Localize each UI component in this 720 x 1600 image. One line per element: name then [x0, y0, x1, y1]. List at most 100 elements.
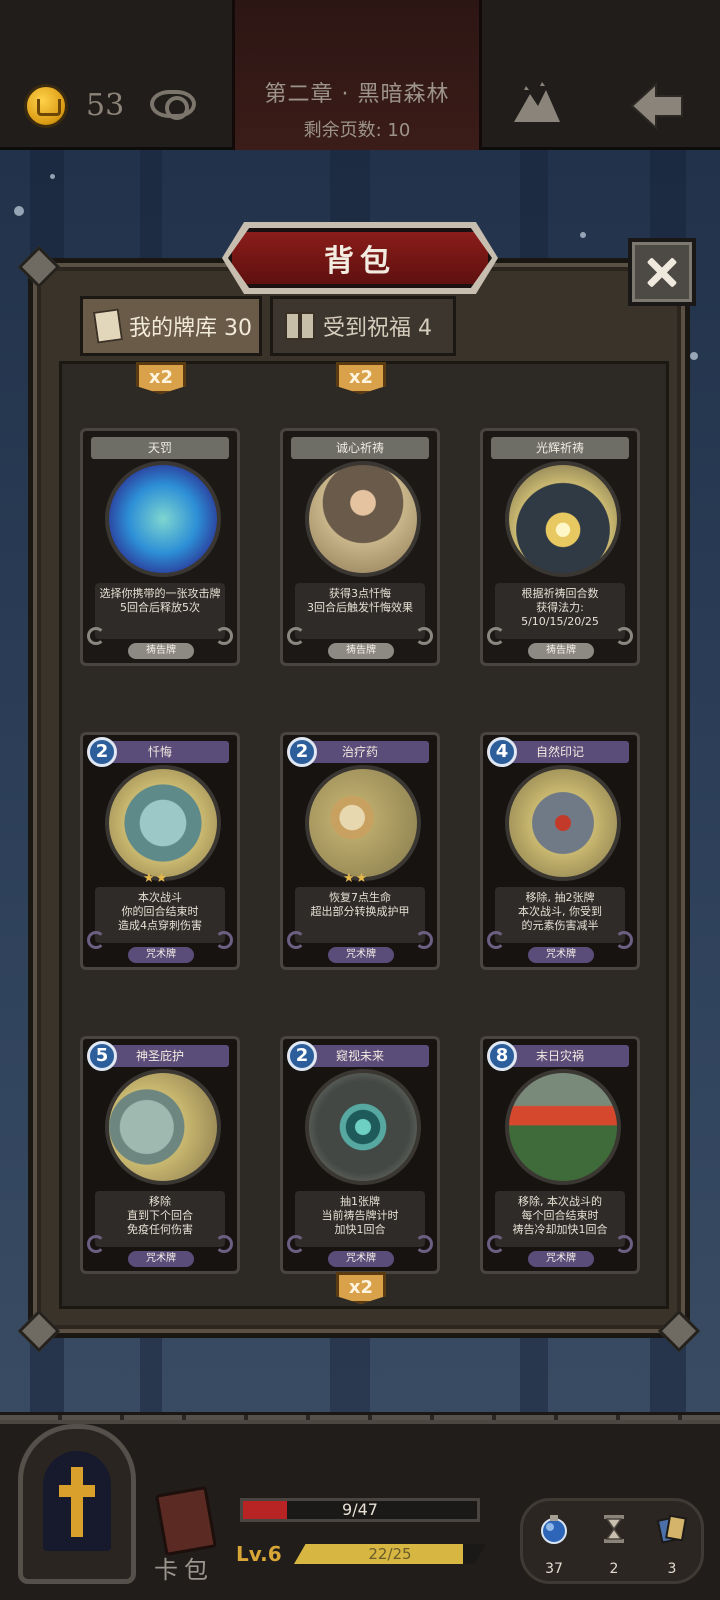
vortex-art-icon [305, 1069, 421, 1185]
health-bar: 9/47 [240, 1498, 480, 1522]
doom-fire-art-icon [505, 1069, 621, 1185]
resource-mana[interactable]: 37 [529, 1513, 579, 1577]
portrait-window [43, 1451, 111, 1551]
back-arrow-icon[interactable] [628, 80, 686, 132]
resource-hourglass[interactable]: 2 [589, 1513, 639, 1577]
experience-bar: 22/25 [294, 1544, 486, 1564]
swirl-ornament-icon [487, 931, 505, 949]
card-description: 恢复7点生命 超出部分转换成护甲 [295, 887, 425, 943]
hourglass-count: 2 [609, 1561, 619, 1577]
holy-cross-icon [59, 1467, 95, 1537]
swirl-ornament-icon [615, 627, 633, 645]
level-label: Lv.6 [236, 1542, 282, 1566]
elemental-crystals-art-icon [505, 765, 621, 881]
swirl-ornament-icon [87, 627, 105, 645]
swirl-ornament-icon [615, 931, 633, 949]
card-sincere-prayer[interactable]: 诚心祈祷 获得3点忏悔 3回合后触发忏悔效果 祷告牌 [280, 428, 440, 666]
swirl-ornament-icon [287, 1235, 305, 1253]
mana-count: 37 [545, 1561, 563, 1577]
swirl-ornament-icon [487, 1235, 505, 1253]
star-rating: ★★ [343, 871, 369, 886]
card-type: 咒术牌 [128, 947, 194, 963]
potion-art-icon [305, 765, 421, 881]
swirl-ornament-icon [87, 931, 105, 949]
swirl-ornament-icon [487, 627, 505, 645]
card-book-icon [155, 1485, 217, 1557]
swirl-ornament-icon [215, 627, 233, 645]
experience-text: 22/25 [368, 1545, 412, 1563]
pages-left: 剩余页数: 10 [303, 120, 411, 141]
card-type: 祷告牌 [128, 643, 194, 659]
swirl-ornament-icon [615, 1235, 633, 1253]
monk-art-icon [305, 461, 421, 577]
card-description: 本次战斗 你的回合结束时 造成4点穿刺伤害 [95, 887, 225, 943]
swirl-ornament-icon [87, 1235, 105, 1253]
cost-badge: 5 [87, 1041, 117, 1071]
card-foresight[interactable]: 窥视未来 抽1张牌 当前祷告牌计时 加快1回合 咒术牌 2 [280, 1036, 440, 1274]
health-text: 9/47 [342, 1500, 378, 1519]
tab-my-deck[interactable]: 我的牌库 30 [80, 296, 262, 356]
card-name: 天罚 [91, 437, 229, 459]
hourglass-icon [604, 1515, 624, 1543]
card-radiant-prayer[interactable]: 光辉祈祷 根据祈祷回合数 获得法力: 5/10/15/20/25 祷告牌 [480, 428, 640, 666]
hero-portrait[interactable] [18, 1424, 136, 1584]
card-description: 获得3点忏悔 3回合后触发忏悔效果 [295, 583, 425, 639]
card-repentance[interactable]: 忏悔 ★★ 本次战斗 你的回合结束时 造成4点穿刺伤害 咒术牌 2 [80, 732, 240, 970]
tab-my-deck-label: 我的牌库 30 [129, 316, 252, 341]
card-doom-calamity[interactable]: 末日灾祸 移除, 本次战斗的 每个回合结束时 祷告冷却加快1回合 咒术牌 8 [480, 1036, 640, 1274]
card-type: 咒术牌 [128, 1251, 194, 1267]
card-type: 祷告牌 [328, 643, 394, 659]
swirl-ornament-icon [415, 931, 433, 949]
card-description: 抽1张牌 当前祷告牌计时 加快1回合 [295, 1191, 425, 1247]
deck-icon [92, 308, 124, 344]
card-type: 咒术牌 [328, 947, 394, 963]
card-description: 根据祈祷回合数 获得法力: 5/10/15/20/25 [495, 583, 625, 639]
gift-icon [285, 312, 315, 340]
cost-badge: 8 [487, 1041, 517, 1071]
card-type: 咒术牌 [328, 1251, 394, 1267]
coin-count: 53 [86, 88, 125, 123]
shield-art-icon [105, 1069, 221, 1185]
cost-badge: 2 [287, 1041, 317, 1071]
chapter-title: 第二章 · 黑暗森林 [264, 82, 450, 107]
card-name: 诚心祈祷 [291, 437, 429, 459]
swirl-ornament-icon [287, 627, 305, 645]
hooded-priest-art-icon [505, 461, 621, 577]
chapter-banner: 第二章 · 黑暗森林 剩余页数: 10 [232, 0, 482, 150]
card-description: 移除, 抽2张牌 本次战斗, 你受到 的元素伤害减半 [495, 887, 625, 943]
star-rating: ★★ [143, 871, 169, 886]
card-judgment[interactable]: 天罚 选择你携带的一张攻击牌 5回合后释放5次 祷告牌 [80, 428, 240, 666]
swirl-ornament-icon [215, 931, 233, 949]
card-description: 移除 直到下个回合 免疫任何伤害 [95, 1191, 225, 1247]
card-bag-label: 卡包 [154, 1556, 214, 1584]
cards-icon [656, 1514, 687, 1544]
card-description: 选择你携带的一张攻击牌 5回合后释放5次 [95, 583, 225, 639]
mana-orb-icon [541, 1515, 567, 1544]
card-type: 咒术牌 [528, 1251, 594, 1267]
swirl-ornament-icon [215, 1235, 233, 1253]
panel-title: 背包 [324, 244, 396, 279]
tab-blessings[interactable]: 受到祝福 4 [270, 296, 456, 356]
map-icon[interactable] [512, 80, 562, 126]
swirl-ornament-icon [287, 931, 305, 949]
tab-blessings-label: 受到祝福 4 [323, 316, 432, 341]
resource-panel: 37 2 3 [520, 1498, 704, 1584]
card-type: 咒术牌 [528, 947, 594, 963]
top-bar: 53 第二章 · 黑暗森林 剩余页数: 10 [0, 0, 720, 150]
swirl-ornament-icon [415, 627, 433, 645]
close-button[interactable] [628, 238, 696, 306]
card-healing-potion[interactable]: 治疗药 ★★ 恢复7点生命 超出部分转换成护甲 咒术牌 2 [280, 732, 440, 970]
cost-badge: 2 [287, 737, 317, 767]
resource-cards[interactable]: 3 [647, 1513, 697, 1577]
cards-count: 3 [667, 1561, 677, 1577]
card-description: 移除, 本次战斗的 每个回合结束时 祷告冷却加快1回合 [495, 1191, 625, 1247]
card-holy-shield[interactable]: 神圣庇护 移除 直到下个回合 免疫任何伤害 咒术牌 5 [80, 1036, 240, 1274]
lightning-art-icon [105, 461, 221, 577]
eye-icon[interactable] [150, 90, 196, 120]
card-nature-mark[interactable]: 自然印记 移除, 抽2张牌 本次战斗, 你受到 的元素伤害减半 咒术牌 4 [480, 732, 640, 970]
cross-art-icon [105, 765, 221, 881]
card-bag-button[interactable]: 卡包 [148, 1480, 228, 1590]
card-name: 光辉祈祷 [491, 437, 629, 459]
cost-badge: 4 [487, 737, 517, 767]
swirl-ornament-icon [415, 1235, 433, 1253]
